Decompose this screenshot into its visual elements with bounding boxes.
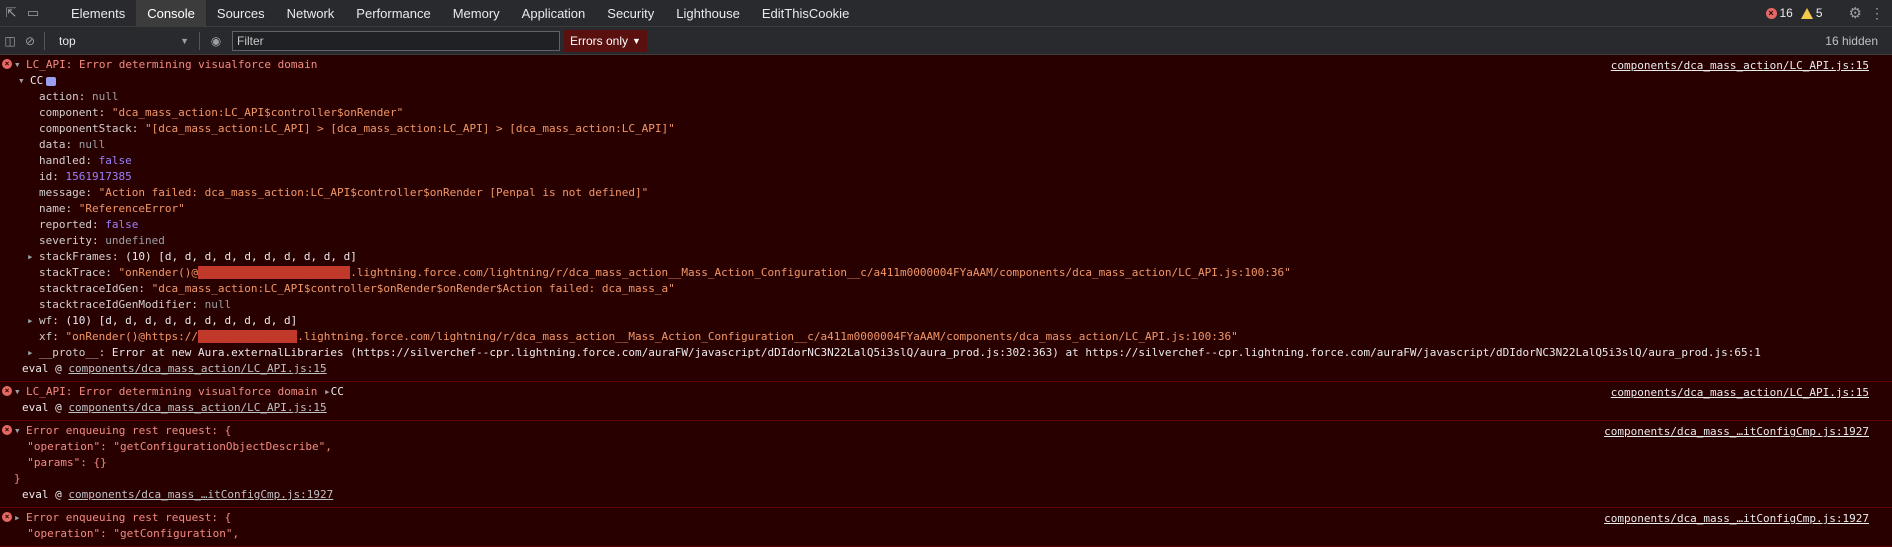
redaction-mark: https://silverchef--cpr xyxy=(197,266,351,279)
error-icon: × xyxy=(2,512,12,522)
console-messages: × components/dca_mass_action/LC_API.js:1… xyxy=(0,55,1892,547)
expand-triangle-icon[interactable]: ▸ xyxy=(14,510,26,526)
eye-icon[interactable]: ◉ xyxy=(204,34,228,48)
chevron-down-icon: ▼ xyxy=(180,35,189,46)
error-icon: × xyxy=(2,386,12,396)
stack-link[interactable]: components/dca_mass_…itConfigCmp.js:1927 xyxy=(68,488,333,501)
expand-triangle-icon[interactable]: ▸ xyxy=(27,249,39,265)
source-link[interactable]: components/dca_mass_…itConfigCmp.js:1927 xyxy=(1604,511,1869,527)
more-options-icon[interactable]: ⋮ xyxy=(1870,5,1884,22)
tab-editthiscookie[interactable]: EditThisCookie xyxy=(751,0,860,26)
tab-lighthouse[interactable]: Lighthouse xyxy=(665,0,751,26)
tab-elements[interactable]: Elements xyxy=(60,0,136,26)
inspect-icon[interactable]: ⇱ xyxy=(0,0,22,26)
error-icon: × xyxy=(2,59,12,69)
stack-link[interactable]: components/dca_mass_action/LC_API.js:15 xyxy=(68,362,326,375)
stack-link[interactable]: components/dca_mass_action/LC_API.js:15 xyxy=(68,401,326,414)
clear-console-icon[interactable]: ⊘ xyxy=(20,27,40,54)
info-badge-icon xyxy=(46,76,57,86)
filter-input[interactable] xyxy=(232,30,560,51)
console-error-message: × components/dca_mass_action/LC_API.js:1… xyxy=(0,382,1892,421)
tab-security[interactable]: Security xyxy=(596,0,665,26)
sidebar-toggle-icon[interactable]: ◫ xyxy=(0,27,20,54)
console-error-message: × components/dca_mass_action/LC_API.js:1… xyxy=(0,55,1892,382)
tab-sources[interactable]: Sources xyxy=(206,0,276,26)
expand-triangle-icon[interactable]: ▸ xyxy=(27,313,39,329)
error-icon: × xyxy=(2,425,12,435)
device-toolbar-icon[interactable]: ▭ xyxy=(22,0,44,26)
tab-application[interactable]: Application xyxy=(511,0,597,26)
hidden-count: 16 hidden xyxy=(1825,33,1878,48)
source-link[interactable]: components/dca_mass_action/LC_API.js:15 xyxy=(1611,58,1869,74)
expand-triangle-icon[interactable]: ▾ xyxy=(14,57,26,73)
source-link[interactable]: components/dca_mass_action/LC_API.js:15 xyxy=(1611,385,1869,401)
tab-performance[interactable]: Performance xyxy=(345,0,441,26)
chevron-down-icon: ▼ xyxy=(632,35,641,46)
error-icon: × xyxy=(1765,7,1777,19)
warning-count[interactable]: 5 xyxy=(1800,6,1823,20)
context-selector[interactable]: top ▼ xyxy=(55,31,195,51)
gear-icon[interactable]: ⚙ xyxy=(1849,4,1862,22)
tab-network[interactable]: Network xyxy=(276,0,346,26)
expand-triangle-icon[interactable]: ▾ xyxy=(18,73,30,89)
expand-triangle-icon[interactable]: ▾ xyxy=(14,423,26,439)
console-error-message: × components/dca_mass_…itConfigCmp.js:19… xyxy=(0,508,1892,547)
warning-icon xyxy=(1800,7,1813,19)
tab-memory[interactable]: Memory xyxy=(442,0,511,26)
error-count[interactable]: × 16 xyxy=(1765,6,1793,20)
expand-triangle-icon[interactable]: ▾ xyxy=(14,384,26,400)
expand-triangle-icon[interactable]: ▸ xyxy=(27,345,39,361)
devtools-tabbar: ⇱ ▭ Elements Console Sources Network Per… xyxy=(0,0,1892,27)
source-link[interactable]: components/dca_mass_…itConfigCmp.js:1927 xyxy=(1604,424,1869,440)
redaction-mark: silverchef--cpr xyxy=(197,330,298,343)
console-toolbar: ◫ ⊘ top ▼ ◉ Errors only ▼ 16 hidden xyxy=(0,27,1892,55)
log-levels-dropdown[interactable]: Errors only ▼ xyxy=(564,29,647,52)
console-error-message: × components/dca_mass_…itConfigCmp.js:19… xyxy=(0,421,1892,508)
tab-console[interactable]: Console xyxy=(136,0,206,26)
